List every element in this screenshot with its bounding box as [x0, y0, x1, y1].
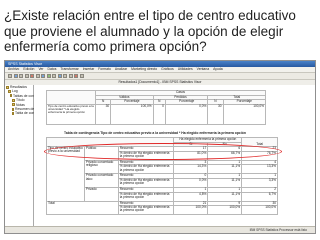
output-navigator: Resultados Log Tablas de contingencia Títul… [5, 85, 48, 227]
crosstab-cell: 6,7% [241, 191, 278, 202]
summary-cell: 30 [207, 103, 224, 125]
undo-icon[interactable] [30, 74, 34, 78]
menu-item[interactable]: Marketing directo [131, 67, 157, 71]
variables-icon[interactable] [52, 74, 56, 78]
menu-item[interactable]: Utilidades [178, 67, 193, 71]
crosstab-cell: 3,3% [241, 177, 278, 188]
crosstab-category: Privado [83, 186, 119, 202]
folder-icon [12, 112, 14, 116]
menu-item[interactable]: Ayuda [213, 67, 223, 71]
folder-icon [8, 90, 11, 94]
summary-cell: 100,0% [222, 103, 267, 125]
summary-cell: 100,0% [110, 103, 154, 125]
print-icon[interactable] [19, 74, 23, 78]
designate-window-icon[interactable] [57, 74, 62, 78]
crosstab-cell: 0,0% [173, 177, 209, 188]
crosstab-cell: 100,0% [207, 205, 243, 216]
case-summary-table[interactable]: Casos Válidos Perdidos Total N Porcentaj… [46, 90, 267, 125]
menu-item[interactable]: Archivo [8, 67, 19, 71]
crosstab-cell: 100,0% [173, 205, 209, 216]
save-icon[interactable] [13, 74, 18, 78]
toolbar [5, 73, 315, 80]
crosstab-statistic: % dentro de Ha elegido enfermería la pri… [117, 205, 175, 216]
menu-item[interactable]: Insertar [83, 67, 95, 71]
open-icon[interactable] [8, 74, 12, 78]
show-icon[interactable] [74, 74, 78, 78]
crosstab-cell: 4,8% [173, 191, 209, 202]
collapse-icon[interactable] [68, 74, 73, 78]
menu-item[interactable]: Gráficos [161, 67, 174, 71]
crosstab-cell: 11,1% [207, 164, 243, 175]
crosstab-cell: 11,1% [207, 177, 243, 188]
spss-viewer-window: SPSS Statistics Visor Archivo Edición Ver D… [4, 60, 316, 234]
hide-icon[interactable] [79, 74, 84, 78]
folder-icon [6, 85, 9, 89]
slide-title: ¿Existe relación entre el tipo de centro… [4, 8, 296, 54]
summary-cell: 0,0% [164, 103, 209, 125]
chart-icon[interactable] [46, 74, 51, 78]
folder-icon [12, 103, 15, 107]
goto-data-icon[interactable] [41, 74, 45, 78]
crosstab-cell: 14,3% [173, 164, 209, 175]
crosstab-header-group: Ha elegido enfermería la primera opción [173, 137, 243, 143]
summary-cell: 30 [94, 103, 112, 125]
crosstab-statistic: % dentro de Ha elegido enfermería la pri… [117, 191, 175, 202]
menu-item[interactable]: Formato [98, 67, 111, 71]
menu-item[interactable]: Analizar [115, 67, 127, 71]
empty-corner [46, 90, 96, 105]
summary-row-label: Tipo de centro educativo previo a la uni… [46, 103, 96, 125]
crosstab-caption: Tabla de contingencia Tipo de centro edu… [64, 131, 246, 135]
export-icon[interactable] [24, 74, 29, 78]
menu-item[interactable]: Ver [38, 67, 43, 71]
crosstab-cell: 100,0% [241, 205, 278, 216]
navigator-item[interactable]: Tabla de contingen [5, 111, 43, 116]
folder-icon [12, 98, 15, 102]
crosstab-cell: 13,3% [241, 164, 278, 175]
menu-item[interactable]: Ventana [197, 67, 209, 71]
highlight-ellipse [44, 143, 282, 160]
expand-icon[interactable] [63, 74, 67, 78]
menu-item[interactable]: Datos [48, 67, 57, 71]
crosstab-category: Total [46, 200, 119, 216]
redo-icon[interactable] [35, 74, 40, 78]
crosstab-cell: 11,1% [207, 191, 243, 202]
menu-item[interactable]: Edición [23, 67, 34, 71]
output-content: Casos Válidos Perdidos Total N Porcentaj… [34, 85, 315, 227]
folder-icon [10, 94, 12, 98]
folder-icon [12, 107, 14, 111]
crosstab-category: Privado concertado laico [83, 173, 119, 188]
menu-item[interactable]: Transformar [60, 67, 78, 71]
crosstab-category: Privado concertado religioso [83, 159, 119, 175]
summary-cell: 0 [152, 103, 166, 125]
status-bar: IBM SPSS Statistics Processor está listo [5, 226, 315, 233]
